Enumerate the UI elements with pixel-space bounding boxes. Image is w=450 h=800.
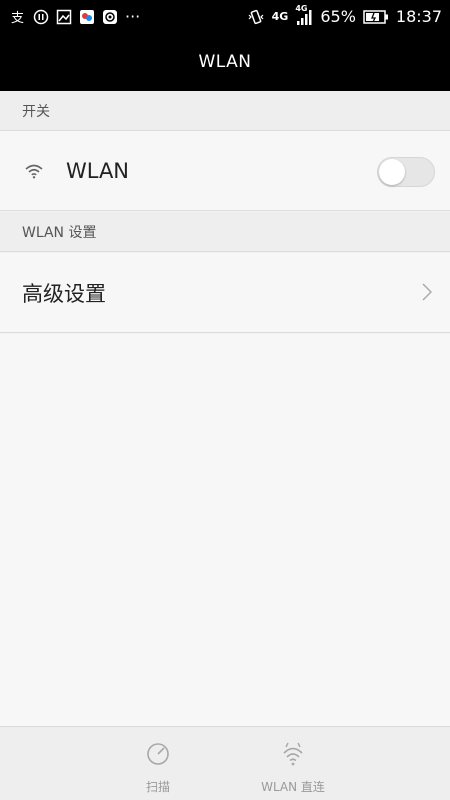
alipay-icon: 支 — [10, 9, 26, 25]
gallery-icon — [56, 9, 72, 25]
empty-content-area — [0, 334, 450, 726]
wlan-direct-icon — [280, 741, 306, 770]
toggle-knob — [379, 159, 405, 185]
browser-icon — [102, 9, 118, 25]
bottom-bar: 扫描 WLAN 直连 — [0, 726, 450, 800]
scan-icon — [145, 741, 171, 770]
wifi-icon — [24, 163, 44, 179]
more-icon: ··· — [125, 7, 141, 26]
wlan-settings-section-header: WLAN 设置 — [0, 212, 450, 252]
switch-section-header: 开关 — [0, 91, 450, 131]
network-4g-label: 4G — [271, 10, 289, 23]
status-bar: 支 ··· 4G 4G 65% 18:37 — [0, 0, 450, 33]
chevron-right-icon — [422, 283, 433, 305]
network-4g-small-label: 4G — [295, 3, 308, 13]
vibrate-icon — [247, 8, 265, 26]
svg-text:支: 支 — [11, 11, 24, 25]
battery-icon — [363, 9, 389, 25]
advanced-settings-row[interactable]: 高级设置 — [0, 253, 450, 333]
notification-icon — [33, 9, 49, 25]
wlan-toggle-row[interactable]: WLAN — [0, 131, 450, 211]
signal-icon: 4G — [295, 4, 313, 26]
page-title: WLAN — [0, 33, 450, 91]
clock: 18:37 — [395, 7, 442, 26]
scan-label: 扫描 — [145, 780, 170, 794]
wlan-label: WLAN — [66, 158, 130, 183]
wlan-direct-button[interactable]: WLAN 直连 — [258, 741, 328, 795]
wlan-direct-label: WLAN 直连 — [261, 780, 325, 794]
advanced-settings-label: 高级设置 — [22, 281, 106, 306]
status-bar-right: 4G 4G 65% 18:37 — [247, 4, 442, 26]
wlan-toggle-switch[interactable] — [377, 157, 435, 187]
status-bar-left: 支 ··· — [10, 7, 140, 26]
battery-percent: 65% — [320, 7, 356, 26]
scan-button[interactable]: 扫描 — [136, 741, 180, 795]
app-icon — [79, 9, 95, 25]
